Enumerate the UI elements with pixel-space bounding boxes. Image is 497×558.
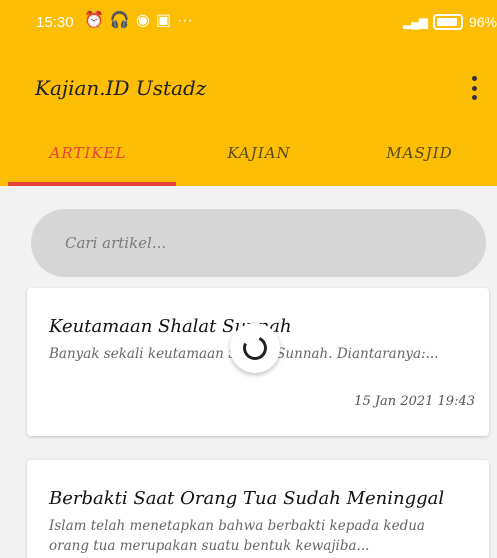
camera-icon: ◉ bbox=[135, 12, 150, 29]
tab-masjid[interactable]: MASJID bbox=[342, 132, 497, 186]
tab-kajian[interactable]: KAJIAN bbox=[176, 132, 342, 186]
article-card[interactable]: Berbakti Saat Orang Tua Sudah Meninggal … bbox=[27, 460, 489, 558]
tab-indicator bbox=[8, 182, 176, 186]
loading-spinner bbox=[230, 323, 280, 373]
app-title: Kajian.ID Ustadz bbox=[35, 76, 207, 100]
status-bar: 15:30 ⏰ 🎧 ◉ ▣ ··· ▂▄▆ 96% bbox=[0, 0, 497, 46]
more-dots-icon: ··· bbox=[176, 12, 193, 29]
tab-bar: ARTIKEL KAJIAN MASJID bbox=[0, 132, 497, 186]
alarm-icon: ⏰ bbox=[84, 12, 104, 29]
headphones-icon: 🎧 bbox=[109, 12, 130, 29]
article-title: Berbakti Saat Orang Tua Sudah Meninggal bbox=[49, 488, 445, 509]
battery-icon bbox=[432, 14, 463, 30]
app-bar: 15:30 ⏰ 🎧 ◉ ▣ ··· ▂▄▆ 96% Kajian.ID Usta… bbox=[0, 0, 497, 186]
spinner-icon bbox=[239, 332, 271, 364]
status-notification-icons: ⏰ 🎧 ◉ ▣ ··· bbox=[84, 11, 193, 31]
article-date: 15 Jan 2021 19:43 bbox=[354, 394, 475, 409]
battery-text: 96% bbox=[468, 14, 497, 30]
article-excerpt: Islam telah menetapkan bahwa berbakti ke… bbox=[49, 518, 425, 554]
status-right: ▂▄▆ 96% bbox=[403, 12, 497, 32]
signal-icon: ▂▄▆ bbox=[403, 15, 428, 29]
search-box[interactable] bbox=[31, 209, 486, 277]
gallery-icon: ▣ bbox=[155, 12, 171, 29]
search-input[interactable] bbox=[65, 231, 465, 255]
more-vert-icon[interactable] bbox=[467, 72, 481, 104]
tab-artikel[interactable]: ARTIKEL bbox=[0, 132, 176, 186]
status-time: 15:30 bbox=[36, 14, 74, 31]
